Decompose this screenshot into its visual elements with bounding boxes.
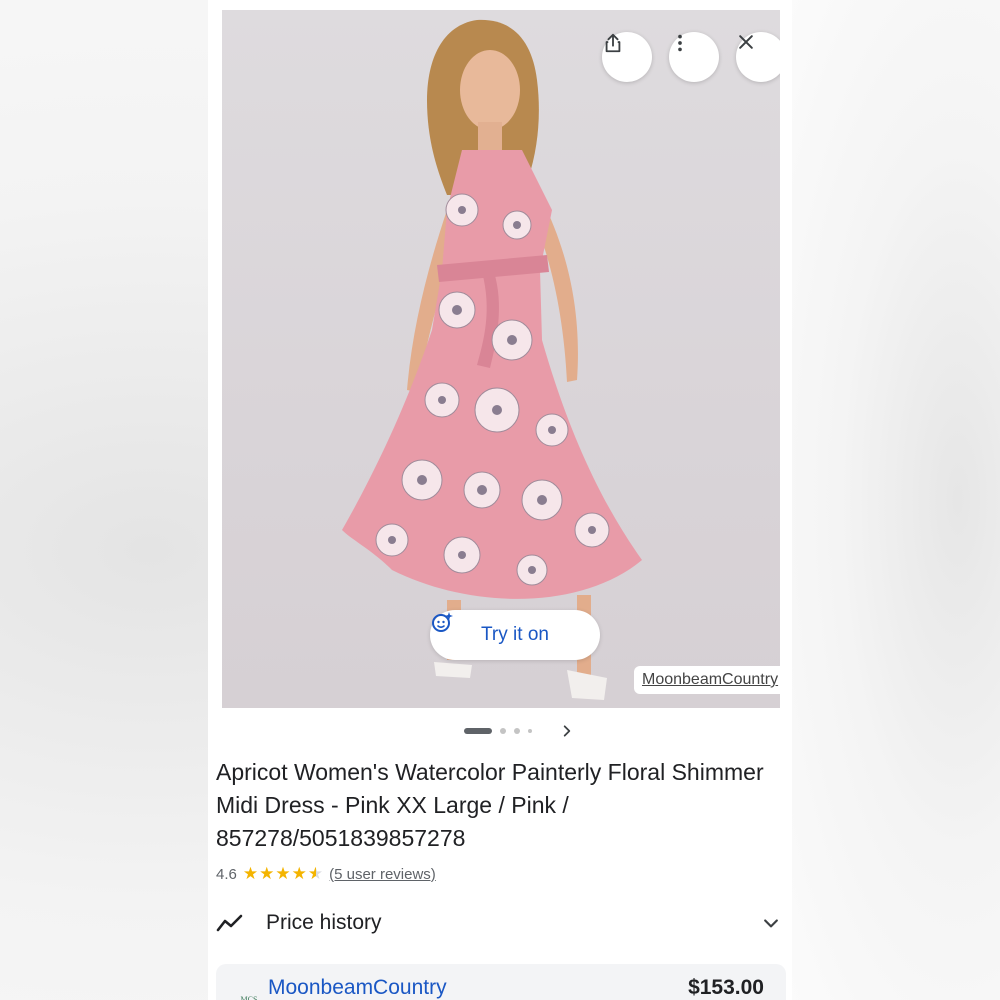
seller-price: $153.00 bbox=[688, 976, 764, 999]
close-icon bbox=[739, 35, 753, 49]
product-image[interactable]: Try it on MoonbeamCountry bbox=[222, 10, 780, 708]
carousel-indicator[interactable] bbox=[208, 722, 792, 740]
model-illustration bbox=[342, 19, 642, 700]
trending-line-icon bbox=[216, 914, 243, 932]
star-icon: ★ bbox=[275, 864, 291, 883]
share-icon bbox=[605, 33, 621, 53]
seller-logo: MCS bbox=[240, 995, 258, 1000]
seller-offer-card[interactable]: MCS MoonbeamCountry $153.00 bbox=[216, 964, 786, 1000]
rating-row: 4.6 ★ ★ ★ ★ ★ (5 user reviews) bbox=[216, 862, 436, 886]
more-options-button[interactable] bbox=[669, 32, 719, 82]
price-history-row[interactable]: Price history bbox=[216, 900, 781, 946]
try-it-on-button[interactable]: Try it on bbox=[430, 610, 600, 660]
image-source-link[interactable]: MoonbeamCountry bbox=[634, 666, 780, 694]
rating-stars: ★ ★ ★ ★ ★ bbox=[243, 864, 323, 884]
reviews-link[interactable]: (5 user reviews) bbox=[329, 866, 436, 883]
sparkle-face-icon bbox=[432, 612, 453, 632]
carousel-dot-2[interactable] bbox=[500, 728, 506, 734]
chevron-right-icon[interactable] bbox=[560, 724, 574, 738]
close-button[interactable] bbox=[736, 32, 780, 82]
carousel-dot-1[interactable] bbox=[464, 728, 492, 734]
product-title: Apricot Women's Watercolor Painterly Flo… bbox=[216, 759, 764, 851]
try-it-on-label: Try it on bbox=[481, 624, 549, 645]
carousel-dot-4[interactable] bbox=[528, 729, 532, 733]
star-icon: ★ bbox=[259, 864, 275, 883]
share-button[interactable] bbox=[602, 32, 652, 82]
half-star-icon: ★ bbox=[307, 864, 324, 883]
chevron-down-icon[interactable] bbox=[761, 913, 781, 933]
seller-name-link[interactable]: MoonbeamCountry bbox=[268, 976, 447, 1000]
product-panel: Try it on MoonbeamCountry Apricot Women'… bbox=[208, 0, 792, 1000]
background-blur-right bbox=[790, 0, 1000, 1000]
star-icon: ★ bbox=[291, 864, 307, 883]
more-vert-icon bbox=[678, 34, 682, 52]
carousel-dot-3[interactable] bbox=[514, 728, 520, 734]
rating-value: 4.6 bbox=[216, 865, 237, 883]
star-icon: ★ bbox=[242, 864, 259, 883]
price-history-label: Price history bbox=[266, 911, 382, 934]
